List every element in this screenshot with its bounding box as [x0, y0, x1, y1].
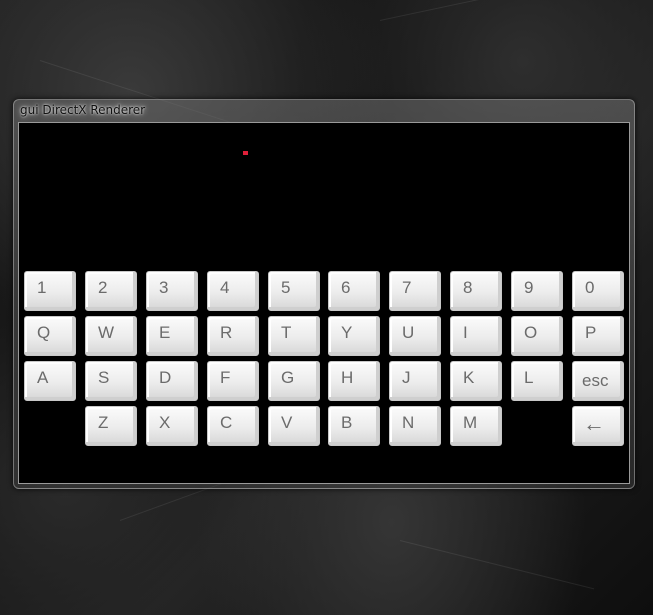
key-label: esc: [582, 371, 609, 390]
key-label: 8: [463, 278, 473, 297]
key-label: Z: [98, 413, 109, 432]
key-m[interactable]: M: [450, 406, 502, 446]
key-w[interactable]: W: [85, 316, 137, 356]
key-t[interactable]: T: [268, 316, 320, 356]
key-backspace[interactable]: ←: [572, 406, 624, 446]
key-v[interactable]: V: [268, 406, 320, 446]
key-label: 9: [524, 278, 534, 297]
key-label: K: [463, 368, 475, 387]
key-i[interactable]: I: [450, 316, 502, 356]
key-label: H: [341, 368, 354, 387]
key-label: Y: [341, 323, 353, 342]
key-label: 0: [585, 278, 595, 297]
key-5[interactable]: 5: [268, 271, 320, 311]
key-label: Q: [37, 323, 51, 342]
key-q[interactable]: Q: [24, 316, 76, 356]
key-a[interactable]: A: [24, 361, 76, 401]
key-1[interactable]: 1: [24, 271, 76, 311]
backspace-arrow-icon: ←: [583, 411, 605, 436]
key-y[interactable]: Y: [328, 316, 380, 356]
key-label: E: [159, 323, 171, 342]
key-h[interactable]: H: [328, 361, 380, 401]
key-label: S: [98, 368, 110, 387]
key-k[interactable]: K: [450, 361, 502, 401]
key-label: G: [281, 368, 295, 387]
background-crease: [379, 0, 596, 21]
key-n[interactable]: N: [389, 406, 441, 446]
key-label: I: [463, 323, 468, 342]
renderer-window: gui DirectX Renderer 1 2 3 4 5 6 7 8 9 0…: [13, 99, 635, 489]
key-label: U: [402, 323, 415, 342]
key-label: D: [159, 368, 172, 387]
key-label: V: [281, 413, 293, 432]
window-title: gui DirectX Renderer: [20, 103, 146, 117]
render-viewport[interactable]: 1 2 3 4 5 6 7 8 9 0 Q W E R T Y U I O P …: [18, 122, 630, 484]
key-b[interactable]: B: [328, 406, 380, 446]
background-crease: [399, 540, 595, 590]
key-c[interactable]: C: [207, 406, 259, 446]
key-s[interactable]: S: [85, 361, 137, 401]
key-4[interactable]: 4: [207, 271, 259, 311]
key-label: 1: [37, 278, 47, 297]
text-cursor-marker: [243, 151, 248, 155]
key-e[interactable]: E: [146, 316, 198, 356]
key-d[interactable]: D: [146, 361, 198, 401]
key-z[interactable]: Z: [85, 406, 137, 446]
key-label: T: [281, 323, 292, 342]
key-label: A: [37, 368, 49, 387]
key-l[interactable]: L: [511, 361, 563, 401]
key-3[interactable]: 3: [146, 271, 198, 311]
key-g[interactable]: G: [268, 361, 320, 401]
key-label: W: [98, 323, 115, 342]
key-7[interactable]: 7: [389, 271, 441, 311]
key-label: O: [524, 323, 538, 342]
key-label: 3: [159, 278, 169, 297]
key-6[interactable]: 6: [328, 271, 380, 311]
key-f[interactable]: F: [207, 361, 259, 401]
key-j[interactable]: J: [389, 361, 441, 401]
key-r[interactable]: R: [207, 316, 259, 356]
key-label: R: [220, 323, 233, 342]
key-label: F: [220, 368, 231, 387]
window-titlebar[interactable]: gui DirectX Renderer: [14, 100, 634, 120]
key-o[interactable]: O: [511, 316, 563, 356]
key-9[interactable]: 9: [511, 271, 563, 311]
key-label: X: [159, 413, 171, 432]
key-label: N: [402, 413, 415, 432]
key-label: P: [585, 323, 597, 342]
key-label: M: [463, 413, 478, 432]
key-label: L: [524, 368, 534, 387]
key-label: 5: [281, 278, 291, 297]
key-label: C: [220, 413, 233, 432]
key-x[interactable]: X: [146, 406, 198, 446]
key-label: 2: [98, 278, 108, 297]
key-label: J: [402, 368, 411, 387]
key-label: 7: [402, 278, 412, 297]
key-label: B: [341, 413, 353, 432]
key-label: 4: [220, 278, 230, 297]
key-label: 6: [341, 278, 351, 297]
key-u[interactable]: U: [389, 316, 441, 356]
key-0[interactable]: 0: [572, 271, 624, 311]
key-p[interactable]: P: [572, 316, 624, 356]
key-esc[interactable]: esc: [572, 361, 624, 401]
key-2[interactable]: 2: [85, 271, 137, 311]
key-8[interactable]: 8: [450, 271, 502, 311]
